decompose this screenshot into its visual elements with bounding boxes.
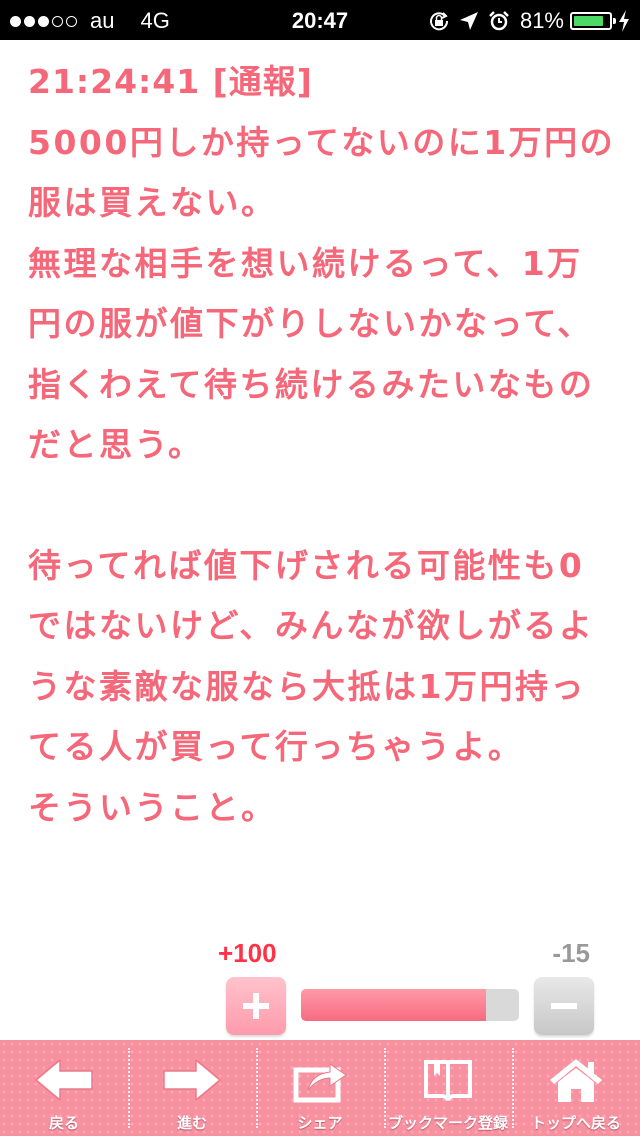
nav-share-label: シェア [297,1114,343,1132]
bottom-navigation: 戻る 進む シェア ブックマーク登録 トップへ戻る [0,1040,640,1136]
vote-ratio-fill [301,989,487,1021]
status-bar: au 4G 20:47 81% [0,0,640,40]
post-paragraph: 5000円しか持ってないのに1万円の服は買えない。 無理な相手を想い続けるって、… [28,122,616,465]
vote-ratio-bar [301,989,519,1021]
charging-bolt-icon [619,10,629,32]
home-icon [550,1059,602,1102]
minus-vote-button[interactable] [534,977,594,1035]
battery-icon [570,12,616,30]
rotation-lock-icon [429,12,448,31]
nav-share-button[interactable]: シェア [256,1040,384,1136]
nav-forward-button[interactable]: 進む [128,1040,256,1136]
location-arrow-icon [459,12,478,30]
post-paragraph: 待ってれば値下げされる可能性も0ではないけど、みんなが欲しがるような素敵な服なら… [28,545,595,827]
post-content: 21:24:41 [通報] 5000円しか持ってないのに1万円の服は買えない。 … [28,52,618,838]
plus-vote-button[interactable] [226,977,286,1035]
battery-fill [574,16,604,26]
nav-back-button[interactable]: 戻る [0,1040,128,1136]
arrow-right-icon [163,1058,222,1102]
plus-icon [243,993,269,1019]
plus-vote-count: +100 [218,938,277,968]
nav-top-label: トップへ戻る [530,1114,621,1132]
nav-back-label: 戻る [48,1114,79,1132]
nav-forward-label: 進む [176,1114,207,1132]
post-header[interactable]: 21:24:41 [通報] [28,52,618,113]
minus-icon [551,1003,577,1009]
battery-percent: 81% [519,8,564,33]
arrow-left-icon [34,1058,93,1102]
nav-top-button[interactable]: トップへ戻る [512,1040,640,1136]
nav-bookmark-label: ブックマーク登録 [387,1114,508,1132]
share-icon [293,1063,347,1103]
alarm-icon [489,11,509,31]
minus-vote-count: -15 [552,938,590,968]
book-icon [424,1060,472,1101]
nav-bookmark-button[interactable]: ブックマーク登録 [384,1040,512,1136]
